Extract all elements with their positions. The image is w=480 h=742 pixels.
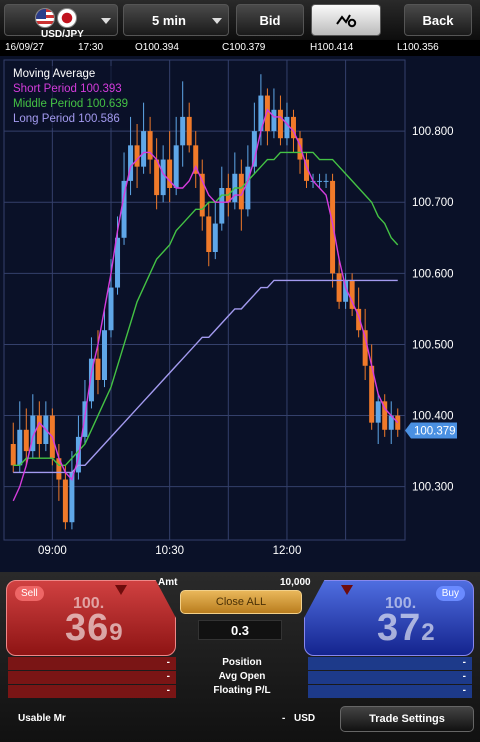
candle-down <box>62 479 68 523</box>
candle-up <box>173 145 179 188</box>
legend-short: Short Period 100.393 <box>13 83 122 95</box>
us-flag-icon <box>35 8 55 28</box>
buy-button[interactable]: Buy 100. 372 <box>304 580 474 656</box>
sell-price-small: 9 <box>109 619 124 646</box>
candle-down <box>95 358 101 380</box>
legend-middle: Middle Period 100.639 <box>13 98 129 110</box>
jp-flag-icon <box>57 8 77 28</box>
currency-flags <box>35 8 77 28</box>
candle-up <box>108 287 114 331</box>
chart-settings-button[interactable] <box>311 4 381 36</box>
info-date: 16/09/27 <box>5 42 44 53</box>
candle-down <box>277 109 283 139</box>
sell-button[interactable]: Sell 100. 369 <box>6 580 176 656</box>
chevron-down-icon <box>212 18 222 24</box>
stat-row: - Position - <box>8 657 472 671</box>
price-chart[interactable]: 100.800 100.700 100.600 100.500 100.400 100.3… <box>0 56 480 572</box>
usable-margin-label: Usable Mr <box>18 713 66 724</box>
info-high: H100.414 <box>310 42 354 53</box>
candle-up <box>180 116 186 146</box>
usable-margin-value: - <box>282 713 286 724</box>
candle-up <box>101 330 107 380</box>
candle-up <box>284 116 290 139</box>
y-tick-label: 100.600 <box>412 268 454 280</box>
close-all-button[interactable]: Close ALL <box>180 590 302 614</box>
legend-title: Moving Average <box>13 68 96 80</box>
candle-up <box>375 401 381 423</box>
pair-label: USD/JPY <box>41 29 84 40</box>
stat-buy-value: - <box>308 685 472 698</box>
x-tick-label: 09:00 <box>38 545 67 557</box>
candle-up <box>212 223 218 252</box>
candle-up <box>219 188 225 224</box>
candle-down <box>186 116 192 146</box>
amt-label: Amt <box>158 577 178 588</box>
stat-row: - Floating P/L - <box>8 685 472 699</box>
down-arrow-icon <box>341 585 353 595</box>
buy-price-big: 37 <box>377 607 422 649</box>
back-button[interactable]: Back <box>404 4 472 36</box>
currency-pair-selector[interactable]: USD/JPY <box>4 4 118 40</box>
trade-panel: Sell 100. 369 Amt 10,000 Close ALL 0.3 B… <box>0 572 480 742</box>
ohlc-info-bar: 16/09/27 17:30 O100.394 C100.379 H100.41… <box>0 40 480 56</box>
chevron-down-icon <box>101 18 111 24</box>
info-open: O100.394 <box>135 42 179 53</box>
amt-value: 10,000 <box>280 577 311 588</box>
stat-buy-value: - <box>308 657 472 670</box>
stat-sell-value: - <box>8 657 176 670</box>
candle-up <box>141 131 147 167</box>
x-tick-label: 10:30 <box>155 545 184 557</box>
stat-row: - Avg Open - <box>8 671 472 685</box>
x-tick-label: 12:00 <box>273 545 302 557</box>
timeframe-selector[interactable]: 5 min <box>123 4 229 36</box>
y-tick-label: 100.800 <box>412 126 454 138</box>
candle-down <box>23 429 29 452</box>
price-type-button[interactable]: Bid <box>236 4 304 36</box>
buy-pill: Buy <box>435 586 465 601</box>
y-tick-label: 100.700 <box>412 197 454 209</box>
price-type-label: Bid <box>259 12 281 28</box>
timeframe-label: 5 min <box>152 12 186 28</box>
sell-price-big: 36 <box>65 607 110 649</box>
currency-label: USD <box>294 713 316 724</box>
stat-label: Position <box>222 657 262 668</box>
buy-price: 372 <box>377 607 436 650</box>
position-stats: - Position - - Avg Open - - Floating P/L… <box>8 657 472 699</box>
candle-down <box>134 145 140 167</box>
candle-up <box>17 429 23 466</box>
info-time: 17:30 <box>78 42 104 53</box>
current-price-label: 100.379 <box>414 425 456 437</box>
legend-long: Long Period 100.586 <box>13 113 120 125</box>
toolbar: USD/JPY 5 min Bid Back <box>0 0 480 40</box>
candle-down <box>206 216 212 252</box>
sell-price: 369 <box>65 607 124 650</box>
candle-down <box>336 273 342 302</box>
down-arrow-icon <box>115 585 127 595</box>
info-low: L100.356 <box>397 42 439 53</box>
info-close: C100.379 <box>222 42 266 53</box>
sell-pill: Sell <box>15 586 44 601</box>
stat-label: Avg Open <box>218 671 266 682</box>
stat-buy-value: - <box>308 671 472 684</box>
stat-sell-value: - <box>8 671 176 684</box>
y-tick-label: 100.400 <box>412 411 454 423</box>
buy-price-small: 2 <box>421 619 436 646</box>
stat-sell-value: - <box>8 685 176 698</box>
y-tick-label: 100.500 <box>412 339 454 351</box>
lot-input[interactable]: 0.3 <box>198 620 282 640</box>
back-label: Back <box>422 12 454 28</box>
candle-up <box>317 180 323 182</box>
ma-legend: Moving Average Short Period 100.393 Midd… <box>11 66 131 128</box>
candle-up <box>160 159 166 196</box>
candle-down <box>10 444 16 466</box>
stat-label: Floating P/L <box>213 685 271 696</box>
trade-settings-button[interactable]: Trade Settings <box>340 706 474 732</box>
chart-canvas[interactable]: 100.800 100.700 100.600 100.500 100.400 100.3… <box>0 56 480 572</box>
candle-down <box>36 415 42 444</box>
chart-settings-icon <box>336 14 357 28</box>
y-tick-label: 100.300 <box>412 482 454 494</box>
candle-up <box>271 109 277 132</box>
candle-up <box>323 180 329 182</box>
